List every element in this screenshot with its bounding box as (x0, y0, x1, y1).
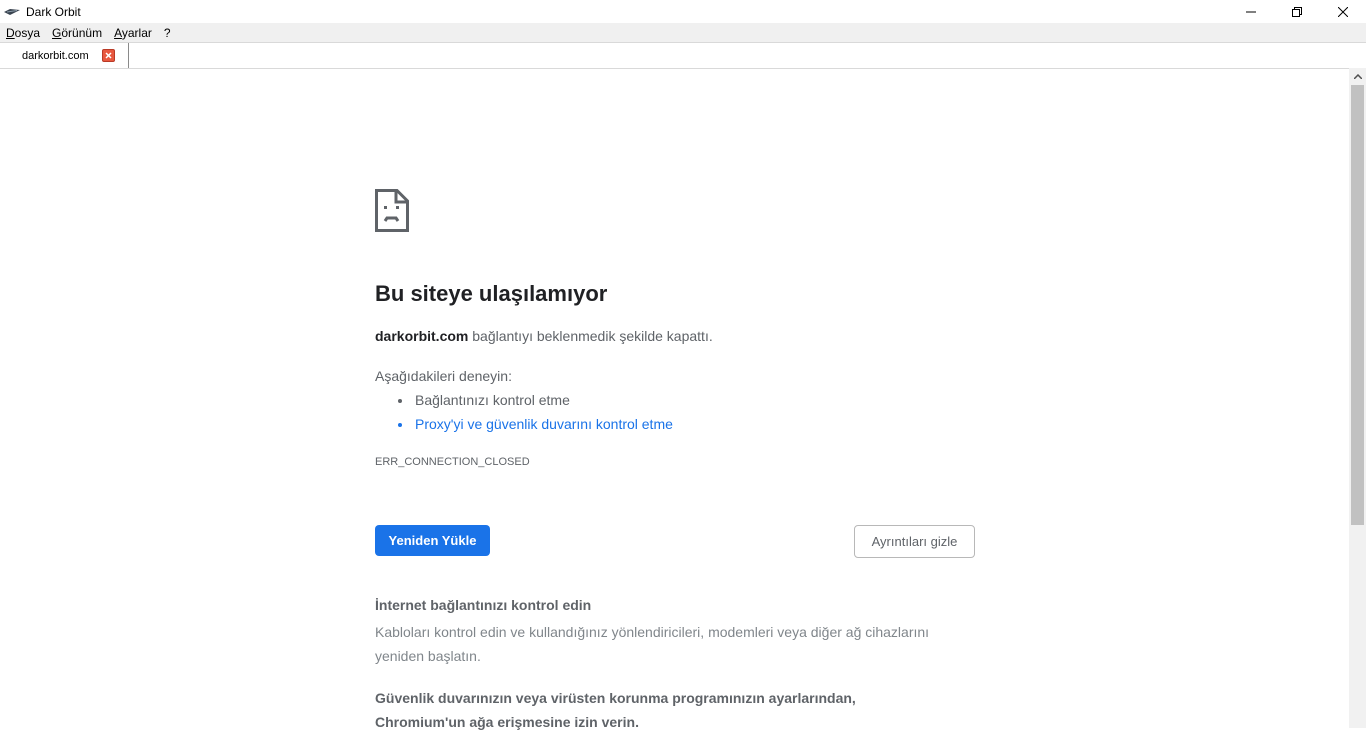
details-section-title-firewall: Güvenlik duvarınızın veya virüsten korun… (375, 690, 856, 730)
reload-button[interactable]: Yeniden Yükle (375, 525, 490, 556)
details-section-title: İnternet bağlantınızı kontrol edin (375, 597, 592, 613)
close-window-button[interactable] (1320, 0, 1366, 23)
tab-darkorbit[interactable]: darkorbit.com (0, 43, 129, 68)
menu-item-gorunum[interactable]: Görünüm (52, 26, 102, 40)
window-title: Dark Orbit (26, 4, 81, 19)
minimize-icon (1246, 11, 1256, 12)
close-icon (105, 52, 112, 59)
try-label: Aşağıdakileri deneyin: (375, 368, 512, 384)
description-text: bağlantıyı beklenmedik şekilde kapattı. (468, 328, 713, 344)
scroll-up-button[interactable] (1349, 68, 1366, 85)
restore-icon (1292, 6, 1302, 17)
sad-page-icon (375, 189, 409, 232)
suggestion-check-connection: Bağlantınızı kontrol etme (375, 388, 673, 412)
host-name: darkorbit.com (375, 328, 469, 344)
menu-bar: Dosya Görünüm Ayarlar ? (0, 23, 1366, 42)
minimize-button[interactable] (1228, 0, 1274, 23)
chevron-up-icon (1353, 74, 1362, 79)
title-bar: Dark Orbit (0, 0, 1366, 23)
close-icon (1338, 6, 1348, 17)
scroll-thumb[interactable] (1351, 85, 1364, 525)
hide-details-button[interactable]: Ayrıntıları gizle (854, 525, 975, 558)
menu-item-dosya[interactable]: Dosya (6, 26, 40, 40)
suggestion-list: Bağlantınızı kontrol etme Proxy'yi ve gü… (375, 388, 673, 436)
app-icon (4, 8, 20, 15)
error-description: darkorbit.com bağlantıyı beklenmedik şek… (375, 328, 713, 344)
page-title: Bu siteye ulaşılamıyor (375, 281, 608, 306)
menu-item-help[interactable]: ? (164, 26, 171, 40)
tab-close-button[interactable] (102, 49, 115, 62)
details-section-body: Kabloları kontrol edin ve kullandığınız … (375, 624, 930, 664)
suggestion-check-proxy-link[interactable]: Proxy'yi ve güvenlik duvarını kontrol et… (375, 412, 673, 436)
tab-label: darkorbit.com (22, 49, 89, 62)
vertical-scrollbar[interactable] (1349, 68, 1366, 728)
tab-strip: darkorbit.com (0, 42, 1366, 69)
window-controls (1228, 0, 1366, 23)
error-code: ERR_CONNECTION_CLOSED (375, 456, 530, 468)
restore-button[interactable] (1274, 0, 1320, 23)
menu-item-ayarlar[interactable]: Ayarlar (114, 26, 152, 40)
